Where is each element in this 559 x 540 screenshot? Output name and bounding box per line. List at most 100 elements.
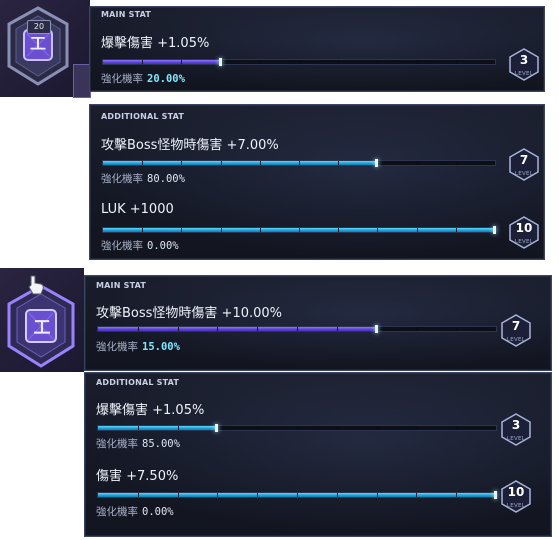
level-number: 3 [519,53,529,67]
level-number: 10 [507,485,525,499]
enhance-chance-label: 強化機率 [96,341,138,353]
progress-bar-marker [493,226,496,234]
progress-bar-segment-divider [338,161,340,165]
additional-stat-text: 傷害 +7.50% [96,469,179,484]
enhance-chance-value: 20.00% [147,73,185,85]
progress-bar-segment-divider [142,60,144,64]
progress-bar-segment-divider [416,327,418,331]
progress-bar-segment-divider [181,60,183,64]
level-number: 7 [511,319,521,333]
progress-bar-segment-divider [416,228,418,232]
progress-bar-segment-divider [142,228,144,232]
progress-bar-segment-divider [137,493,139,497]
level-number: 10 [515,221,533,235]
main-stat-progress-bar [97,325,497,333]
progress-bar-segment-divider [177,426,179,430]
enhance-chance-label: 強化機率 [101,173,143,185]
enhance-chance: 強化機率 85.00% [96,436,180,451]
level-caption: LEVEL [506,503,526,509]
progress-bar-segment-divider [217,327,219,331]
progress-bar-segment-divider [181,161,183,165]
enhance-chance-value: 15.00% [142,341,180,353]
enhance-chance-label: 強化機率 [96,438,138,450]
progress-bar-segment-divider [377,228,379,232]
main-stat-text: 攻擊Boss怪物時傷害 +10.00% [96,306,283,321]
progress-bar-segment-divider [299,161,300,165]
progress-bar-segment-divider [416,426,418,430]
additional-stat-text: 爆擊傷害 +1.05% [96,403,205,418]
progress-bar-segment-divider [336,327,338,331]
progress-bar-fill [98,327,377,331]
main-stat-header: MAIN STAT [101,10,152,19]
rune-glyph-icon: 工 [29,34,46,53]
additional-stat-progress-bar [97,491,497,499]
progress-bar-segment-divider [336,493,338,497]
level-badge: 7 LEVEL [499,313,533,349]
additional-stat-progress-bar [97,424,497,432]
enhance-chance: 強化機率 80.00% [101,171,185,186]
progress-bar-segment-divider [299,60,300,64]
progress-bar-segment-divider [416,60,418,64]
progress-bar-fill [103,161,378,165]
progress-bar-segment-divider [257,327,259,331]
level-badge: 3 LEVEL [499,412,533,448]
level-caption: LEVEL [514,71,534,77]
level-badge: 10 LEVEL [499,479,533,515]
progress-bar-segment-divider [456,327,458,331]
progress-bar-segment-divider [220,161,222,165]
emblem-level-badge: 20 [27,20,51,34]
progress-bar-segment-divider [217,493,219,497]
progress-bar-segment-divider [257,426,259,430]
level-badge: 3 LEVEL [507,47,541,83]
progress-bar-segment-divider [455,161,457,165]
progress-bar-segment-divider [177,327,179,331]
progress-bar-marker [218,58,222,66]
progress-bar-segment-divider [142,161,144,165]
enhance-chance-value: 80.00% [147,173,185,185]
progress-bar-segment-divider [338,60,340,64]
level-number: 7 [519,153,529,167]
additional-stat-card-2: ADDITIONAL STAT 爆擊傷害 +1.05% 強化機率 85.00% 3… [84,372,552,537]
enhance-chance-value: 0.00% [142,506,174,518]
level-badge: 10 LEVEL [507,215,541,251]
progress-bar-segment-divider [297,327,298,331]
progress-bar-segment-divider [336,426,338,430]
main-stat-card-2: MAIN STAT 攻擊Boss怪物時傷害 +10.00% 強化機率 15.00%… [84,275,552,371]
enhance-chance: 強化機率 0.00% [101,238,179,253]
progress-bar-marker [375,159,379,167]
rune-glyph-icon: 工 [33,318,51,338]
progress-bar-segment-divider [377,60,379,64]
main-stat-header: MAIN STAT [96,281,147,290]
progress-bar-fill [98,426,218,430]
progress-bar-segment-divider [137,426,139,430]
progress-bar-segment-divider [220,228,222,232]
progress-bar-segment-divider [376,493,378,497]
progress-bar-segment-divider [455,60,457,64]
enhance-chance-label: 強化機率 [96,506,138,518]
additional-stat-header: ADDITIONAL STAT [101,112,185,121]
level-caption: LEVEL [514,171,534,177]
level-number: 3 [511,418,521,432]
level-caption: LEVEL [506,436,526,442]
additional-stat-text: LUK +1000 [101,202,174,217]
progress-bar-segment-divider [181,228,183,232]
progress-bar-segment-divider [455,228,457,232]
progress-bar-segment-divider [259,161,261,165]
progress-bar-segment-divider [416,161,418,165]
main-stat-text: 爆擊傷害 +1.05% [101,36,210,51]
progress-bar-fill [103,60,221,64]
enhance-chance-value: 0.00% [147,240,179,252]
additional-stat-header: ADDITIONAL STAT [96,378,180,387]
progress-bar-segment-divider [137,327,139,331]
progress-bar-segment-divider [259,228,261,232]
progress-bar-segment-divider [338,228,340,232]
pointer-hand-icon [26,274,46,296]
progress-bar-marker [215,424,219,432]
additional-stat-card-1: ADDITIONAL STAT 攻擊Boss怪物時傷害 +7.00% 強化機率 8… [89,104,545,260]
additional-stat-progress-bar [102,226,496,234]
progress-bar-segment-divider [456,493,458,497]
additional-stat-progress-bar [102,159,496,167]
progress-bar-segment-divider [297,493,298,497]
progress-bar-segment-divider [376,426,378,430]
progress-bar-segment-divider [456,426,458,430]
